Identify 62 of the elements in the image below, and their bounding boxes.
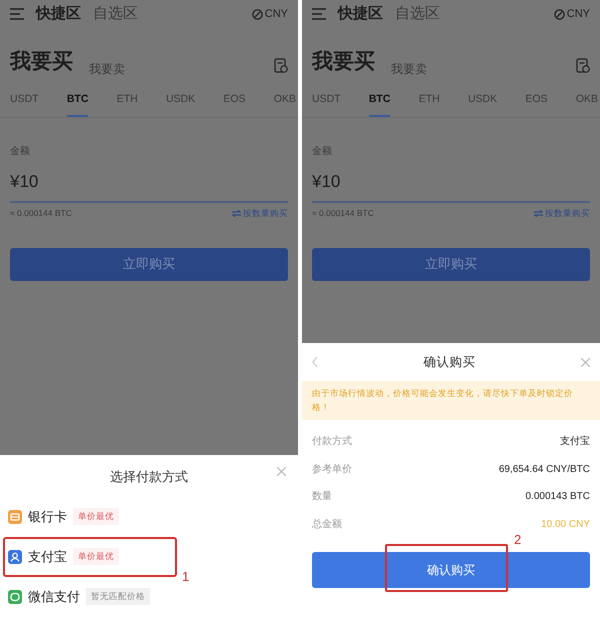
warning-notice: 由于市场行情波动，价格可能会发生变化，请尽快下单及时锁定价格！: [302, 381, 600, 420]
detail-value: 0.000143 BTC: [526, 490, 590, 504]
detail-value: 10.00 CNY: [541, 518, 590, 532]
estimate-text: ≈ 0.000144 BTC: [312, 206, 374, 220]
detail-value: 支付宝: [560, 434, 590, 450]
detail-label: 总金额: [312, 518, 342, 532]
estimate-text: ≈ 0.000144 BTC: [10, 206, 72, 220]
detail-label: 数量: [312, 490, 332, 504]
order-icon[interactable]: [576, 58, 590, 74]
confirm-button[interactable]: 确认购买: [312, 552, 590, 588]
swap-icon: [534, 210, 543, 217]
detail-value: 69,654.64 CNY/BTC: [498, 462, 590, 477]
coin-tab[interactable]: EOS: [223, 92, 246, 118]
coin-tab[interactable]: USDK: [468, 92, 498, 118]
switch-link[interactable]: 按数量购买: [545, 206, 590, 220]
coin-tab[interactable]: EOS: [525, 92, 548, 118]
swap-icon: [232, 210, 241, 217]
amount-label: 金额: [9, 144, 31, 160]
section-tab[interactable]: 快捷区: [338, 2, 383, 26]
currency-icon: [554, 8, 565, 20]
buy-button[interactable]: 立即购买: [10, 248, 288, 280]
order-icon[interactable]: [274, 58, 288, 74]
coin-tab[interactable]: USDT: [10, 92, 39, 118]
currency-selector[interactable]: CNY: [264, 6, 288, 22]
menu-icon[interactable]: [312, 8, 326, 20]
currency-icon: [252, 8, 263, 20]
coin-tab[interactable]: USDK: [166, 92, 196, 118]
coin-tab[interactable]: BTC: [66, 92, 88, 118]
dialog-title: 确认购买: [424, 354, 476, 371]
amount-field[interactable]: ¥10: [312, 159, 590, 203]
mode-tab[interactable]: 我要买: [312, 46, 375, 78]
coin-tab[interactable]: OKB: [274, 92, 296, 118]
coin-tab[interactable]: BTC: [368, 92, 390, 118]
section-tab[interactable]: 快捷区: [36, 2, 81, 26]
chat-icon: [8, 590, 22, 604]
mode-tab[interactable]: 我要卖: [89, 60, 125, 78]
amount-label: 金额: [311, 144, 333, 160]
payment-method[interactable]: 支付宝: [28, 546, 67, 566]
coin-tab[interactable]: OKB: [576, 92, 598, 118]
sheet-title: 选择付款方式: [110, 469, 188, 484]
section-tab[interactable]: 自选区: [93, 2, 138, 26]
menu-icon[interactable]: [10, 8, 24, 20]
mode-tab[interactable]: 我要买: [10, 46, 73, 78]
coin-tab[interactable]: ETH: [116, 92, 138, 118]
switch-link[interactable]: 按数量购买: [243, 206, 288, 220]
buy-button[interactable]: 立即购买: [312, 248, 590, 280]
card-icon: [8, 510, 22, 524]
coin-tab[interactable]: USDT: [312, 92, 341, 118]
amount-field[interactable]: ¥10: [10, 159, 288, 203]
annotation-number: 2: [514, 531, 522, 549]
person-icon: [8, 550, 22, 564]
detail-label: 参考单价: [312, 462, 352, 477]
payment-method[interactable]: 银行卡: [28, 506, 67, 526]
currency-selector[interactable]: CNY: [566, 6, 590, 22]
annotation-number: 1: [182, 568, 190, 586]
detail-label: 付款方式: [312, 434, 352, 450]
mode-tab[interactable]: 我要卖: [391, 60, 427, 78]
price-tag: 暂无匹配价格: [86, 588, 150, 605]
price-tag: 单价最优: [73, 548, 119, 565]
price-tag: 单价最优: [73, 508, 119, 525]
coin-tab[interactable]: ETH: [418, 92, 440, 118]
section-tab[interactable]: 自选区: [395, 2, 440, 26]
